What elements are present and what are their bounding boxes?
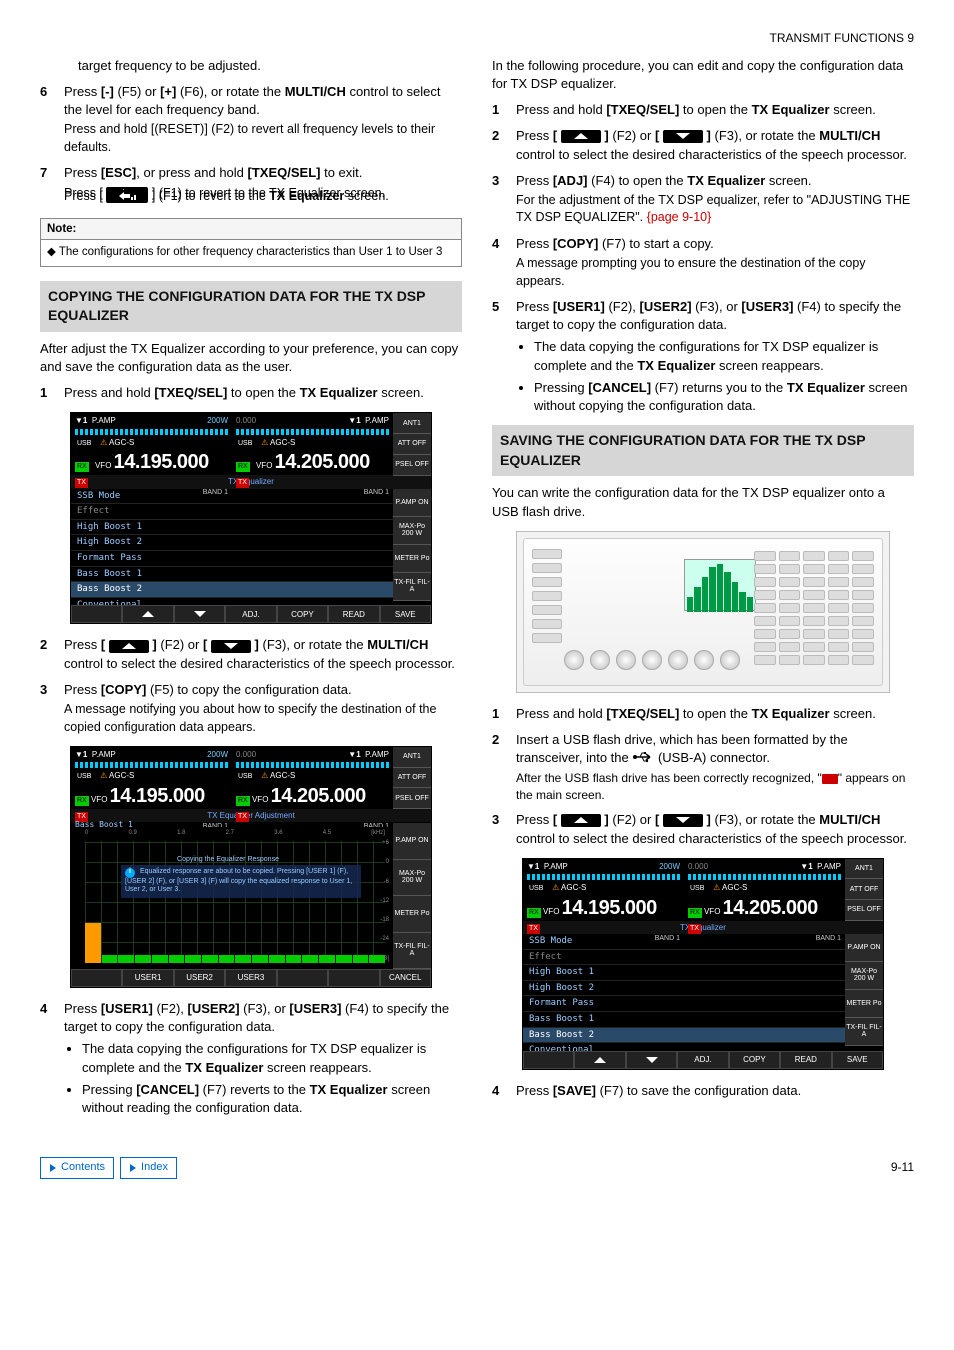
copy-step-4: 4 Press [USER1] (F2), [USER2] (F3), or [… — [40, 1000, 462, 1117]
tx-equalizer-list-screenshot: ▼1 P.AMP 200W USB ⚠ AGC-S RX VFO 14.195.… — [70, 412, 432, 624]
right-intro: In the following procedure, you can edit… — [492, 57, 914, 93]
usb-a-icon — [632, 750, 654, 768]
tx-equalizer-adjust-screenshot: ▼1 P.AMP 200W USB ⚠ AGC-S RX VFO 14.195.… — [70, 746, 432, 988]
index-button[interactable]: Index — [120, 1157, 177, 1178]
page-header: TRANSMIT FUNCTIONS 9 — [40, 30, 914, 47]
section-copy-heading: COPYING THE CONFIGURATION DATA FOR THE T… — [40, 281, 462, 332]
edit-step-3: 3 Press [ADJ] (F4) to open the TX Equali… — [492, 172, 914, 227]
play-icon — [49, 1163, 57, 1173]
play-icon — [129, 1163, 137, 1173]
save-step-4: 4 Press [SAVE] (F7) to save the configur… — [492, 1082, 914, 1100]
right-column: In the following procedure, you can edit… — [492, 57, 914, 1117]
note-box: Note: ◆ The configurations for other fre… — [40, 218, 462, 267]
info-icon: i — [125, 868, 135, 878]
step-6: 6 Press [-] (F5) or [+] (F6), or rotate … — [40, 83, 462, 156]
copy-step-3: 3 Press [COPY] (F5) to copy the configur… — [40, 681, 462, 736]
copy-step-1: 1 Press and hold [TXEQ/SEL] to open the … — [40, 384, 462, 402]
down-triangle-icon — [663, 130, 703, 143]
down-triangle-icon — [663, 814, 703, 827]
usb-indicator-icon — [822, 774, 838, 784]
step-7: 7 Press [ESC], or press and hold [TXEQ/S… — [40, 164, 462, 205]
up-triangle-icon — [109, 640, 149, 653]
save-step-2: 2 Insert a USB flash drive, which has be… — [492, 731, 914, 803]
contents-button[interactable]: Contents — [40, 1157, 114, 1178]
down-triangle-icon — [211, 640, 251, 653]
edit-step-5: 5 Press [USER1] (F2), [USER2] (F3), or [… — [492, 298, 914, 415]
edit-step-1: 1 Press and hold [TXEQ/SEL] to open the … — [492, 101, 914, 119]
save-step-1: 1 Press and hold [TXEQ/SEL] to open the … — [492, 705, 914, 723]
transceiver-photo: document.write(Array.from({length:45},()… — [516, 531, 890, 693]
down-key — [626, 1051, 677, 1069]
back-icon — [106, 190, 148, 203]
save-step-3: 3 Press [ ] (F2) or [ ] (F3), or rotate … — [492, 811, 914, 847]
page-number: 9-11 — [891, 1159, 914, 1176]
page-footer: Contents Index 9-11 — [40, 1157, 914, 1178]
edit-step-4: 4 Press [COPY] (F7) to start a copy. A m… — [492, 235, 914, 290]
copy-intro: After adjust the TX Equalizer according … — [40, 340, 462, 376]
edit-step-2: 2 Press [ ] (F2) or [ ] (F3), or rotate … — [492, 127, 914, 163]
up-triangle-icon — [561, 814, 601, 827]
up-key — [122, 605, 173, 623]
up-triangle-icon — [561, 130, 601, 143]
left-column: target frequency to be adjusted. 6 Press… — [40, 57, 462, 1117]
down-key — [174, 605, 225, 623]
tx-equalizer-list-screenshot-2: ▼1 P.AMP 200W USB ⚠ AGC-S RX VFO 14.195.… — [522, 858, 884, 1070]
copy-step-2: 2 Press [ ] (F2) or [ ] (F3), or rotate … — [40, 636, 462, 672]
save-intro: You can write the configuration data for… — [492, 484, 914, 520]
up-key — [574, 1051, 625, 1069]
intro-tail: target frequency to be adjusted. — [78, 57, 462, 75]
section-save-heading: SAVING THE CONFIGURATION DATA FOR THE TX… — [492, 425, 914, 476]
